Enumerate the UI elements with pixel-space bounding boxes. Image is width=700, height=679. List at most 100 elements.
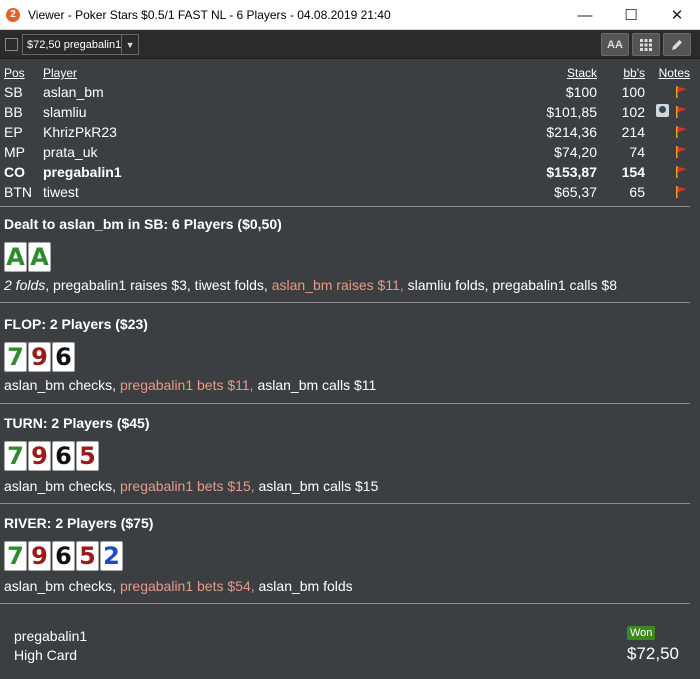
- player-select[interactable]: $72,50 pregabalin1 ▼: [22, 34, 139, 55]
- player-position: EP: [4, 124, 23, 140]
- player-stack: $101,85: [546, 104, 597, 120]
- title-bar: 2 Viewer - Poker Stars $0.5/1 FAST NL - …: [0, 0, 700, 30]
- header-player[interactable]: Player: [43, 66, 77, 80]
- player-bbs: 154: [621, 164, 645, 180]
- players-table: Pos Player Stack bb's Notes SB aslan_bm $1…: [0, 62, 700, 202]
- close-button[interactable]: ✕: [654, 0, 700, 30]
- table-row[interactable]: BB slamliu $101,85 102: [0, 102, 700, 122]
- divider: [0, 302, 690, 303]
- won-amount: $72,50: [627, 644, 679, 663]
- turn-cards: 7965: [4, 441, 99, 471]
- player-bbs: 74: [629, 144, 645, 160]
- window-title: Viewer - Poker Stars $0.5/1 FAST NL - 6 …: [28, 7, 391, 22]
- divider: [0, 603, 690, 604]
- action-segment: aslan_bm calls $15: [254, 478, 379, 494]
- playing-card: 6: [52, 541, 75, 571]
- header-bbs[interactable]: bb's: [623, 66, 645, 80]
- river-title: RIVER: 2 Players ($75): [4, 515, 154, 531]
- select-checkbox[interactable]: [5, 38, 18, 51]
- player-select-value: $72,50 pregabalin1: [27, 38, 122, 51]
- table-row[interactable]: BTN tiwest $65,37 65: [0, 182, 700, 202]
- player-stack: $74,20: [554, 144, 597, 160]
- playing-card: 7: [4, 541, 27, 571]
- player-bbs: 100: [621, 84, 645, 100]
- divider: [0, 206, 690, 207]
- action-segment: aslan_bm calls $11: [253, 377, 377, 393]
- grid-icon: [640, 38, 652, 51]
- playing-card: 9: [28, 342, 51, 372]
- action-segment: aslan_bm folds: [254, 578, 353, 594]
- player-position: CO: [4, 164, 25, 180]
- player-position: MP: [4, 144, 25, 160]
- player-stack: $65,37: [554, 184, 597, 200]
- font-size-button[interactable]: AA: [601, 33, 629, 56]
- action-segment: pregabalin1 bets $11,: [119, 377, 254, 393]
- preflop-actions: 2 folds, pregabalin1 raises $3, tiwest f…: [4, 277, 617, 293]
- window-controls: — ☐ ✕: [562, 0, 700, 30]
- playing-card: 7: [4, 441, 27, 471]
- action-segment: slamliu folds, pregabalin1 calls $8: [403, 277, 617, 293]
- note-flag-icon[interactable]: [674, 125, 688, 139]
- maximize-button[interactable]: ☐: [608, 0, 654, 30]
- playing-card: 9: [28, 541, 51, 571]
- note-flag-icon[interactable]: [674, 145, 688, 159]
- table-row[interactable]: MP prata_uk $74,20 74: [0, 142, 700, 162]
- header-notes[interactable]: Notes: [659, 66, 690, 80]
- player-position: BB: [4, 104, 23, 120]
- flop-cards: 796: [4, 342, 75, 372]
- playing-card: 5: [76, 541, 99, 571]
- header-stack[interactable]: Stack: [567, 66, 597, 80]
- player-name: KhrizPkR23: [43, 124, 117, 140]
- turn-actions: aslan_bm checks, pregabalin1 bets $15, a…: [4, 478, 378, 494]
- river-actions: aslan_bm checks, pregabalin1 bets $54, a…: [4, 578, 353, 594]
- river-cards: 79652: [4, 541, 123, 571]
- action-segment: 2 folds: [4, 277, 46, 293]
- action-segment: aslan_bm checks,: [4, 578, 120, 594]
- playing-card: A: [28, 242, 51, 272]
- note-flag-icon[interactable]: [674, 105, 688, 119]
- table-row[interactable]: SB aslan_bm $100 100: [0, 82, 700, 102]
- player-stack: $100: [565, 84, 597, 100]
- action-segment: pregabalin1 bets $15,: [119, 478, 255, 494]
- divider: [0, 503, 690, 504]
- player-bbs: 214: [621, 124, 645, 140]
- player-position: SB: [4, 84, 23, 100]
- playing-card: 6: [52, 342, 75, 372]
- player-stack: $153,87: [546, 164, 597, 180]
- edit-button[interactable]: [663, 33, 691, 56]
- table-row[interactable]: CO pregabalin1 $153,87 154: [0, 162, 700, 182]
- action-segment: aslan_bm checks,: [4, 478, 120, 494]
- player-position: BTN: [4, 184, 32, 200]
- player-bbs: 65: [629, 184, 645, 200]
- table-row[interactable]: EP KhrizPkR23 $214,36 214: [0, 122, 700, 142]
- pencil-icon: [672, 39, 682, 50]
- player-stack: $214,36: [546, 124, 597, 140]
- header-pos[interactable]: Pos: [4, 66, 25, 80]
- player-avatar-icon[interactable]: [656, 104, 669, 117]
- flop-actions: aslan_bm checks, pregabalin1 bets $11, a…: [4, 377, 376, 393]
- flop-title: FLOP: 2 Players ($23): [4, 316, 148, 332]
- player-name: aslan_bm: [43, 84, 104, 100]
- player-name: slamliu: [43, 104, 87, 120]
- playing-card: 5: [76, 441, 99, 471]
- grid-button[interactable]: [632, 33, 660, 56]
- action-segment: aslan_bm checks,: [4, 377, 120, 393]
- winning-hand: High Card: [14, 647, 78, 663]
- won-badge: Won: [627, 626, 656, 640]
- playing-card: 2: [100, 541, 123, 571]
- app-icon: 2: [6, 7, 20, 22]
- player-name: prata_uk: [43, 144, 98, 160]
- preflop-cards: AA: [4, 242, 51, 272]
- divider: [0, 403, 690, 404]
- note-flag-icon[interactable]: [674, 165, 688, 179]
- minimize-button[interactable]: —: [562, 0, 608, 30]
- playing-card: A: [4, 242, 27, 272]
- note-flag-icon[interactable]: [674, 185, 688, 199]
- turn-title: TURN: 2 Players ($45): [4, 415, 150, 431]
- player-bbs: 102: [621, 104, 645, 120]
- player-name: pregabalin1: [43, 164, 122, 180]
- toolbar: $72,50 pregabalin1 ▼ AA: [0, 30, 700, 59]
- note-flag-icon[interactable]: [674, 85, 688, 99]
- playing-card: 9: [28, 441, 51, 471]
- chevron-down-icon[interactable]: ▼: [121, 35, 138, 54]
